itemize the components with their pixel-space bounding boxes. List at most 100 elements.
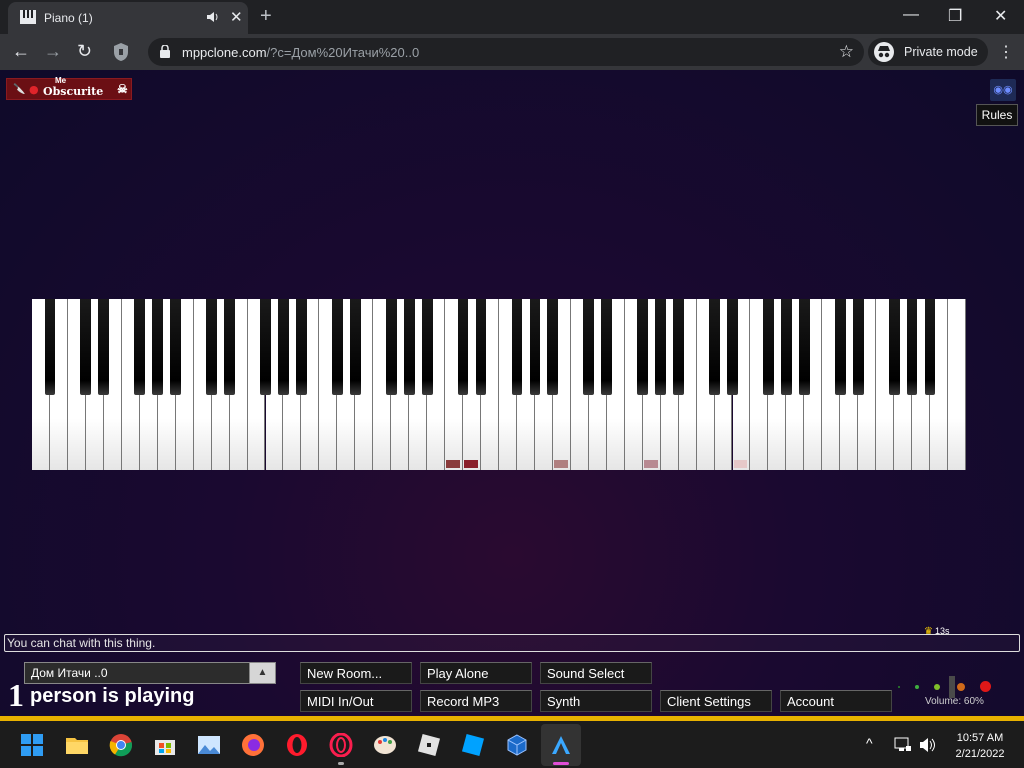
active-indicator	[553, 762, 569, 765]
black-key[interactable]	[296, 299, 307, 395]
piano-keyboard[interactable]	[32, 299, 966, 470]
private-mode-button[interactable]: Private mode	[868, 38, 988, 66]
black-key[interactable]	[583, 299, 595, 395]
black-key[interactable]	[278, 299, 289, 395]
volume-dot	[898, 686, 900, 688]
black-key[interactable]	[152, 299, 164, 395]
system-clock[interactable]: 10:57 AM 2/21/2022	[948, 730, 1012, 762]
account-button[interactable]: Account	[780, 690, 892, 712]
address-bar[interactable]: mppclone.com/?c=Дом%20Итачи%20..0 ☆	[148, 38, 864, 66]
reload-button[interactable]: ↻	[77, 41, 92, 62]
black-key[interactable]	[637, 299, 649, 395]
black-key[interactable]	[98, 299, 110, 395]
black-key[interactable]	[260, 299, 271, 395]
sound-select-button[interactable]: Sound Select	[540, 662, 652, 684]
file-explorer-icon[interactable]	[65, 733, 89, 757]
network-icon[interactable]	[894, 737, 912, 753]
black-key[interactable]	[385, 299, 397, 395]
black-key[interactable]	[763, 299, 774, 395]
chat-input[interactable]: You can chat with this thing.	[4, 634, 1020, 652]
chevron-up-icon[interactable]: ▲	[249, 663, 275, 683]
play-alone-button[interactable]: Play Alone	[420, 662, 532, 684]
restore-button[interactable]: ❐	[948, 6, 962, 26]
windows-start-icon[interactable]	[20, 733, 44, 757]
midi-button[interactable]: MIDI In/Out	[300, 690, 412, 712]
close-window-button[interactable]: ✕	[994, 6, 1007, 26]
black-key[interactable]	[44, 299, 56, 395]
roblox-icon[interactable]	[417, 733, 441, 757]
key-press-marker	[643, 460, 658, 468]
black-key[interactable]	[403, 299, 415, 395]
bookmark-star-icon[interactable]: ☆	[839, 42, 854, 62]
white-key[interactable]	[948, 299, 966, 470]
black-key[interactable]	[457, 299, 469, 395]
lock-icon[interactable]	[160, 45, 170, 58]
black-key[interactable]	[529, 299, 541, 395]
user-nametag[interactable]: 🔪 ● Me Obscurite ☠	[6, 76, 132, 100]
black-key[interactable]	[511, 299, 523, 395]
firefox-icon[interactable]	[241, 733, 265, 757]
record-mp3-button[interactable]: Record MP3	[420, 690, 532, 712]
speaker-icon[interactable]	[206, 10, 220, 24]
store-icon[interactable]	[153, 733, 177, 757]
black-key[interactable]	[601, 299, 613, 395]
players-count: 1	[8, 677, 24, 713]
black-key[interactable]	[331, 299, 343, 395]
black-key[interactable]	[673, 299, 684, 395]
new-tab-button[interactable]: +	[260, 5, 272, 28]
paint-icon[interactable]	[373, 733, 397, 757]
discord-icon[interactable]: ◉◉	[990, 79, 1016, 101]
black-key[interactable]	[834, 299, 846, 395]
black-key[interactable]	[80, 299, 92, 395]
clock-time: 10:57 AM	[956, 732, 1004, 744]
black-key[interactable]	[852, 299, 864, 395]
black-key[interactable]	[780, 299, 792, 395]
piano-icon	[20, 10, 36, 24]
opera-icon[interactable]	[285, 733, 309, 757]
browser-tab[interactable]: Piano (1) ✕	[8, 2, 248, 34]
black-key[interactable]	[224, 299, 235, 395]
forward-button[interactable]: →	[44, 41, 62, 62]
key-press-marker	[733, 460, 748, 468]
chrome-icon[interactable]	[109, 733, 133, 757]
black-key[interactable]	[206, 299, 217, 395]
virtualbox-icon[interactable]	[505, 733, 529, 757]
black-key[interactable]	[727, 299, 738, 395]
black-key[interactable]	[547, 299, 559, 395]
back-button[interactable]: ←	[12, 41, 30, 62]
shield-icon[interactable]	[113, 43, 129, 61]
new-room-button[interactable]: New Room...	[300, 662, 412, 684]
roblox-studio-icon[interactable]	[461, 733, 485, 757]
black-key[interactable]	[421, 299, 433, 395]
minimize-button[interactable]: —	[903, 6, 919, 24]
browser-menu-icon[interactable]: ⋮	[998, 42, 1014, 62]
client-settings-button[interactable]: Client Settings	[660, 690, 772, 712]
skull-icon: ☠	[117, 82, 128, 96]
volume-dot	[915, 685, 919, 689]
tab-title: Piano (1)	[44, 11, 93, 25]
black-key[interactable]	[888, 299, 900, 395]
volume-knob[interactable]	[949, 676, 955, 698]
app-a-icon[interactable]	[549, 733, 573, 757]
opera-gx-icon[interactable]	[329, 733, 353, 757]
black-key[interactable]	[170, 299, 182, 395]
volume-control[interactable]: Volume: 60%	[894, 670, 1004, 710]
incognito-icon	[874, 42, 894, 62]
close-tab-icon[interactable]: ✕	[230, 8, 243, 26]
black-key[interactable]	[134, 299, 146, 395]
synth-button[interactable]: Synth	[540, 690, 652, 712]
black-key[interactable]	[709, 299, 720, 395]
black-key[interactable]	[798, 299, 810, 395]
tray-chevron-icon[interactable]: ^	[866, 735, 873, 751]
black-key[interactable]	[655, 299, 667, 395]
black-key[interactable]	[475, 299, 487, 395]
black-key[interactable]	[906, 299, 918, 395]
volume-dot	[934, 684, 940, 690]
rules-button[interactable]: Rules	[976, 104, 1018, 126]
tab-bar: Piano (1) ✕ + — ❐ ✕	[0, 0, 1024, 34]
black-key[interactable]	[349, 299, 361, 395]
url-text[interactable]: mppclone.com/?c=Дом%20Итачи%20..0	[182, 45, 419, 60]
black-key[interactable]	[924, 299, 936, 395]
photos-icon[interactable]	[197, 733, 221, 757]
volume-tray-icon[interactable]	[919, 737, 937, 753]
